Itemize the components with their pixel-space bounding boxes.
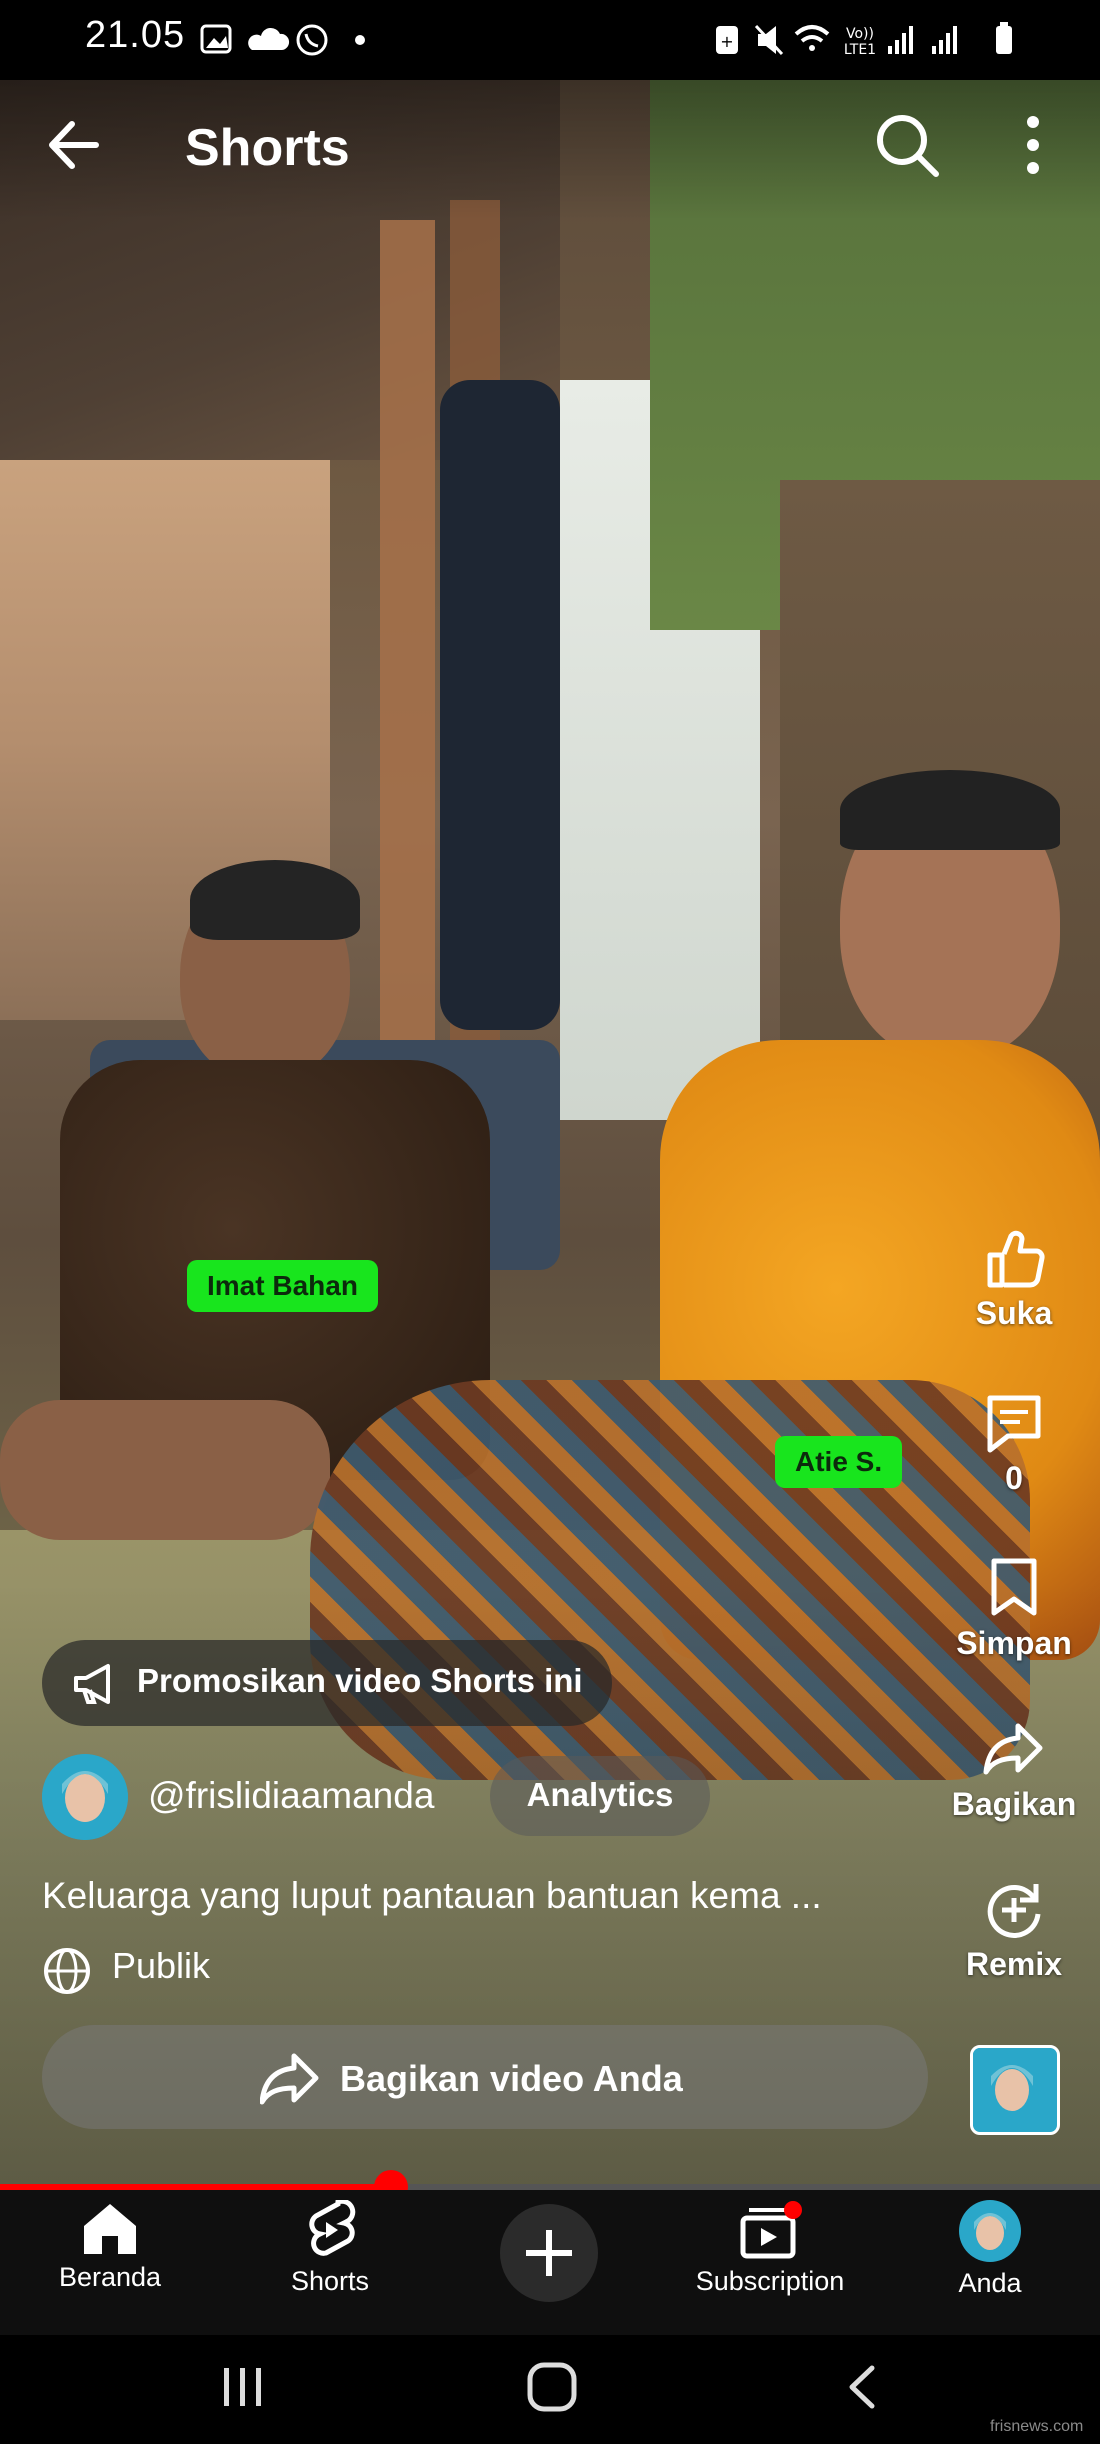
thumbs-up-icon bbox=[987, 1230, 1045, 1288]
megaphone-icon bbox=[74, 1664, 110, 1704]
gallery-icon bbox=[200, 24, 232, 54]
globe-icon bbox=[44, 1948, 90, 1994]
remix-button[interactable]: Remix bbox=[939, 1876, 1089, 1983]
comment-count: 0 bbox=[1005, 1460, 1023, 1496]
nav-home-label: Beranda bbox=[58, 2262, 162, 2292]
comment-icon bbox=[987, 1395, 1041, 1453]
back-system-icon[interactable] bbox=[838, 2362, 888, 2412]
avatar-icon bbox=[973, 2048, 1051, 2126]
recent-apps-icon[interactable] bbox=[218, 2362, 268, 2412]
channel-handle[interactable]: @frislidiaamanda bbox=[148, 1775, 434, 1817]
like-button[interactable]: Suka bbox=[939, 1225, 1089, 1332]
whatsapp-icon bbox=[296, 24, 328, 56]
channel-avatar[interactable] bbox=[42, 1754, 128, 1840]
home-system-icon[interactable] bbox=[525, 2360, 579, 2414]
svg-text:+: + bbox=[720, 32, 733, 51]
save-label: Simpan bbox=[956, 1625, 1072, 1661]
mute-icon bbox=[754, 24, 784, 56]
nav-shorts[interactable]: Shorts bbox=[240, 2200, 420, 2297]
status-left-icons bbox=[200, 24, 365, 56]
video-caption[interactable]: Keluarga yang luput pantauan bantuan kem… bbox=[42, 1875, 822, 1917]
share-label: Bagikan bbox=[951, 1786, 1077, 1822]
remix-label: Remix bbox=[965, 1946, 1063, 1982]
arrow-left-icon bbox=[49, 121, 99, 169]
subscription-icon bbox=[740, 2201, 802, 2259]
creator-thumbnail[interactable] bbox=[970, 2045, 1060, 2135]
signal-icon bbox=[888, 26, 913, 54]
bookmark-icon bbox=[991, 1558, 1037, 1616]
status-time: 21.05 bbox=[85, 14, 186, 56]
plus-icon bbox=[526, 2230, 572, 2276]
shorts-icon bbox=[309, 2200, 356, 2256]
cloud-icon bbox=[248, 27, 290, 50]
more-options-button[interactable] bbox=[1008, 108, 1058, 182]
watermark: frisnews.com bbox=[990, 2418, 1084, 2435]
svg-text:Vo)): Vo)) bbox=[846, 26, 874, 42]
like-label: Suka bbox=[975, 1295, 1053, 1331]
back-button[interactable] bbox=[40, 110, 110, 180]
battery-saver-icon: + bbox=[716, 26, 738, 54]
analytics-label: Analytics bbox=[526, 1776, 674, 1813]
search-button[interactable] bbox=[870, 108, 944, 182]
share-icon bbox=[983, 1723, 1043, 1775]
nav-home[interactable]: Beranda bbox=[20, 2200, 200, 2293]
video-player[interactable] bbox=[0, 80, 1100, 2188]
name-tag-man: Imat Bahan bbox=[187, 1260, 378, 1312]
promote-label: Promosikan video Shorts ini bbox=[137, 1662, 583, 1699]
status-right-icons: + Vo))LTE1 bbox=[716, 22, 1012, 58]
volte-icon: Vo))LTE1 bbox=[844, 26, 876, 58]
visibility-label: Publik bbox=[112, 1945, 211, 1986]
nav-subscription[interactable]: Subscription bbox=[680, 2200, 860, 2297]
nav-shorts-label: Shorts bbox=[290, 2266, 370, 2296]
avatar-icon bbox=[42, 1754, 128, 1840]
page-title: Shorts bbox=[185, 119, 350, 177]
nav-you[interactable]: Anda bbox=[900, 2200, 1080, 2299]
share-video-label: Bagikan video Anda bbox=[340, 2058, 683, 2099]
wifi-icon bbox=[794, 25, 830, 51]
svg-text:LTE1: LTE1 bbox=[844, 42, 876, 58]
more-vertical-icon bbox=[1027, 116, 1039, 174]
name-tag-woman: Atie S. bbox=[775, 1436, 903, 1488]
save-button[interactable]: Simpan bbox=[939, 1555, 1089, 1662]
share-icon bbox=[260, 2053, 319, 2105]
nav-you-label: Anda bbox=[958, 2268, 1022, 2298]
remix-icon bbox=[987, 1884, 1041, 1938]
avatar-icon bbox=[959, 2200, 1021, 2262]
signal-icon-2 bbox=[932, 26, 957, 54]
comment-button[interactable]: 0 bbox=[939, 1390, 1089, 1497]
home-icon bbox=[84, 2204, 136, 2254]
search-icon bbox=[877, 115, 939, 177]
battery-icon bbox=[996, 22, 1012, 54]
dot-icon bbox=[355, 35, 365, 45]
create-button[interactable] bbox=[500, 2204, 598, 2302]
nav-subscription-label: Subscription bbox=[695, 2266, 845, 2296]
share-button[interactable]: Bagikan bbox=[939, 1716, 1089, 1823]
